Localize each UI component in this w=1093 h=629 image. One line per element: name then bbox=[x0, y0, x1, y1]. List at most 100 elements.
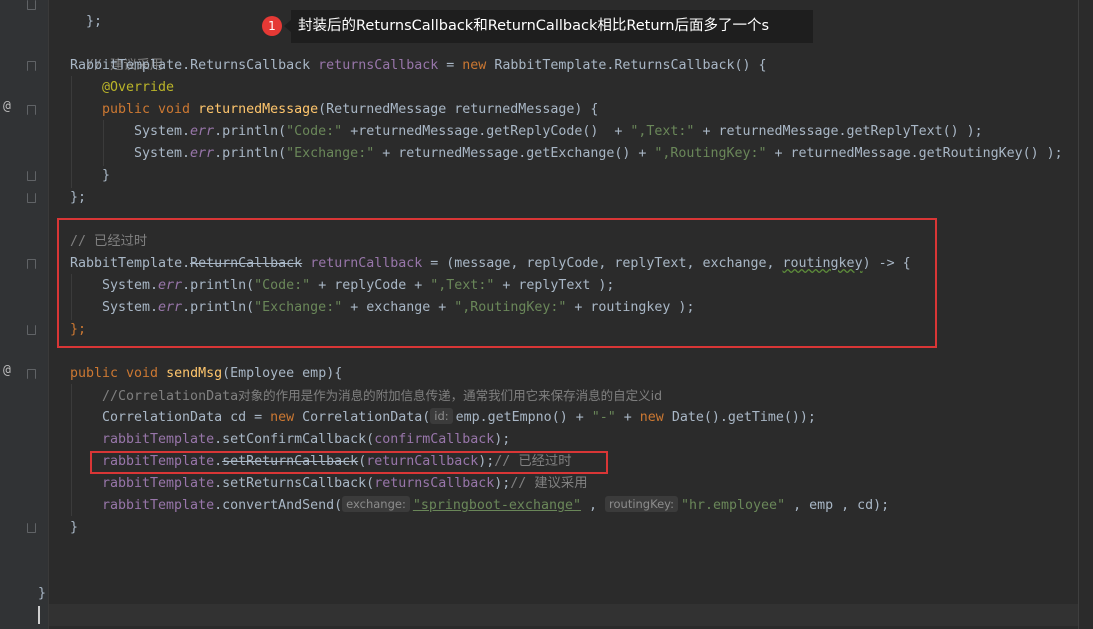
code-field: rabbitTemplate bbox=[102, 498, 215, 513]
code-token: returnsCallback bbox=[318, 58, 439, 73]
text-caret bbox=[38, 606, 40, 624]
code-token: ); bbox=[494, 432, 511, 447]
code-keyword: new bbox=[639, 410, 672, 425]
highlight-box-deprecated-call bbox=[90, 451, 608, 474]
code-line[interactable]: CorrelationData cd = new CorrelationData… bbox=[102, 407, 816, 429]
code-token: + returnedMessage.getExchange() + bbox=[374, 146, 655, 161]
code-string: "hr.employee" bbox=[681, 498, 786, 513]
code-token: System. bbox=[134, 124, 191, 139]
step-badge: 1 bbox=[262, 16, 282, 36]
code-comment: 对象的作用是作为消息的附加信息传递，通常我们用它来保存消息的自定义id bbox=[238, 388, 663, 403]
code-line[interactable]: public void sendMsg(Employee emp){ bbox=[70, 363, 342, 385]
gutter-separator bbox=[48, 0, 49, 629]
code-string: "springboot-exchange" bbox=[412, 498, 581, 513]
parameter-hint: exchange: bbox=[342, 496, 410, 512]
parameter-hint: routingKey: bbox=[605, 496, 678, 512]
annotation-tooltip: 封装后的ReturnsCallback和ReturnCallback相比Retu… bbox=[291, 10, 813, 43]
code-token: } bbox=[70, 520, 79, 535]
code-token: ); bbox=[494, 476, 511, 491]
code-line[interactable]: // 建议采用 bbox=[70, 33, 163, 73]
code-token: }; bbox=[70, 190, 87, 205]
highlight-box-deprecated-block bbox=[57, 218, 937, 348]
code-line[interactable]: rabbitTemplate.setConfirmCallback(confir… bbox=[102, 429, 510, 451]
indent-guide bbox=[103, 120, 104, 166]
code-token: +returnedMessage.getReplyCode() + bbox=[342, 124, 631, 139]
code-token: emp.getEmpno() + bbox=[455, 410, 592, 425]
code-field: rabbitTemplate bbox=[102, 476, 215, 491]
right-margin-guide bbox=[1078, 0, 1079, 629]
code-line[interactable]: } bbox=[38, 583, 46, 605]
code-string: "Exchange:" bbox=[286, 146, 375, 161]
code-string: "Code:" bbox=[286, 124, 343, 139]
code-annotation: @Override bbox=[102, 80, 175, 95]
code-comment: // 建议采用 bbox=[510, 476, 588, 491]
code-token: , bbox=[580, 498, 606, 513]
code-line[interactable]: rabbitTemplate.convertAndSend(exchange: "… bbox=[102, 495, 889, 517]
code-token: }; bbox=[86, 14, 103, 29]
code-token: RabbitTemplate.ReturnsCallback bbox=[70, 58, 319, 73]
indent-guide bbox=[71, 384, 72, 516]
code-token: .convertAndSend( bbox=[214, 498, 343, 513]
code-line[interactable]: }; bbox=[70, 0, 102, 29]
override-marker-icon[interactable]: @ bbox=[3, 99, 11, 114]
code-keyword: public void bbox=[70, 366, 167, 381]
code-keyword: public void bbox=[102, 102, 199, 117]
code-static-field: err bbox=[190, 146, 215, 161]
tooltip-pointer bbox=[284, 20, 291, 32]
current-line-highlight bbox=[49, 604, 1078, 626]
code-line[interactable]: RabbitTemplate.ReturnsCallback returnsCa… bbox=[70, 55, 767, 77]
code-string: "-" bbox=[591, 410, 616, 425]
code-token: System. bbox=[134, 146, 191, 161]
fold-end-icon[interactable] bbox=[27, 0, 36, 10]
fold-end-icon[interactable] bbox=[27, 171, 36, 181]
code-line[interactable]: } bbox=[70, 517, 78, 539]
editor-gutter bbox=[0, 0, 48, 629]
code-keyword: new bbox=[462, 58, 495, 73]
code-token: } bbox=[38, 586, 47, 601]
code-token: .println( bbox=[214, 124, 287, 139]
fold-start-icon[interactable] bbox=[27, 61, 36, 71]
code-token: (ReturnedMessage returnedMessage) { bbox=[318, 102, 599, 117]
fold-start-icon[interactable] bbox=[27, 369, 36, 379]
code-method-name: returnedMessage bbox=[198, 102, 319, 117]
code-token: } bbox=[102, 168, 111, 183]
parameter-hint: id: bbox=[430, 408, 453, 424]
code-line[interactable]: rabbitTemplate.setReturnsCallback(return… bbox=[102, 473, 588, 495]
fold-start-icon[interactable] bbox=[27, 105, 36, 115]
code-field: confirmCallback bbox=[374, 432, 495, 447]
code-token: + returnedMessage.getReplyText() ); bbox=[694, 124, 983, 139]
code-token: .setConfirmCallback( bbox=[214, 432, 375, 447]
code-line[interactable]: }; bbox=[70, 187, 86, 209]
code-method-name: sendMsg bbox=[166, 366, 223, 381]
fold-start-icon[interactable] bbox=[27, 259, 36, 269]
code-token: RabbitTemplate.ReturnsCallback bbox=[494, 58, 735, 73]
code-token: .setReturnsCallback( bbox=[214, 476, 375, 491]
code-comment: //CorrelationData bbox=[102, 389, 239, 404]
code-line[interactable]: @Override bbox=[102, 77, 174, 99]
code-field: rabbitTemplate bbox=[102, 432, 215, 447]
code-token: () { bbox=[734, 58, 767, 73]
fold-end-icon[interactable] bbox=[27, 523, 36, 533]
fold-end-icon[interactable] bbox=[27, 193, 36, 203]
fold-end-icon[interactable] bbox=[27, 325, 36, 335]
code-string: ",RoutingKey:" bbox=[654, 146, 767, 161]
code-token: + bbox=[615, 410, 640, 425]
indent-guide bbox=[71, 76, 72, 188]
code-token: CorrelationData( bbox=[302, 410, 431, 425]
code-line[interactable]: //CorrelationData对象的作用是作为消息的附加信息传递，通常我们用… bbox=[102, 385, 662, 407]
code-line[interactable]: System.err.println("Exchange:" + returne… bbox=[134, 143, 1063, 165]
code-line[interactable]: System.err.println("Code:" +returnedMess… bbox=[134, 121, 983, 143]
code-token: , emp , cd); bbox=[785, 498, 890, 513]
method-marker-icon[interactable]: @ bbox=[3, 363, 11, 378]
code-token: = bbox=[438, 58, 463, 73]
code-string: ",Text:" bbox=[630, 124, 695, 139]
code-token: Date().getTime()); bbox=[671, 410, 816, 425]
code-field: returnsCallback bbox=[374, 476, 495, 491]
code-static-field: err bbox=[190, 124, 215, 139]
code-keyword: new bbox=[270, 410, 303, 425]
code-line[interactable]: } bbox=[102, 165, 110, 187]
code-token: CorrelationData cd = bbox=[102, 410, 271, 425]
code-token: + returnedMessage.getRoutingKey() ); bbox=[766, 146, 1063, 161]
code-line[interactable]: public void returnedMessage(ReturnedMess… bbox=[102, 99, 598, 121]
code-token: (Employee emp){ bbox=[222, 366, 343, 381]
